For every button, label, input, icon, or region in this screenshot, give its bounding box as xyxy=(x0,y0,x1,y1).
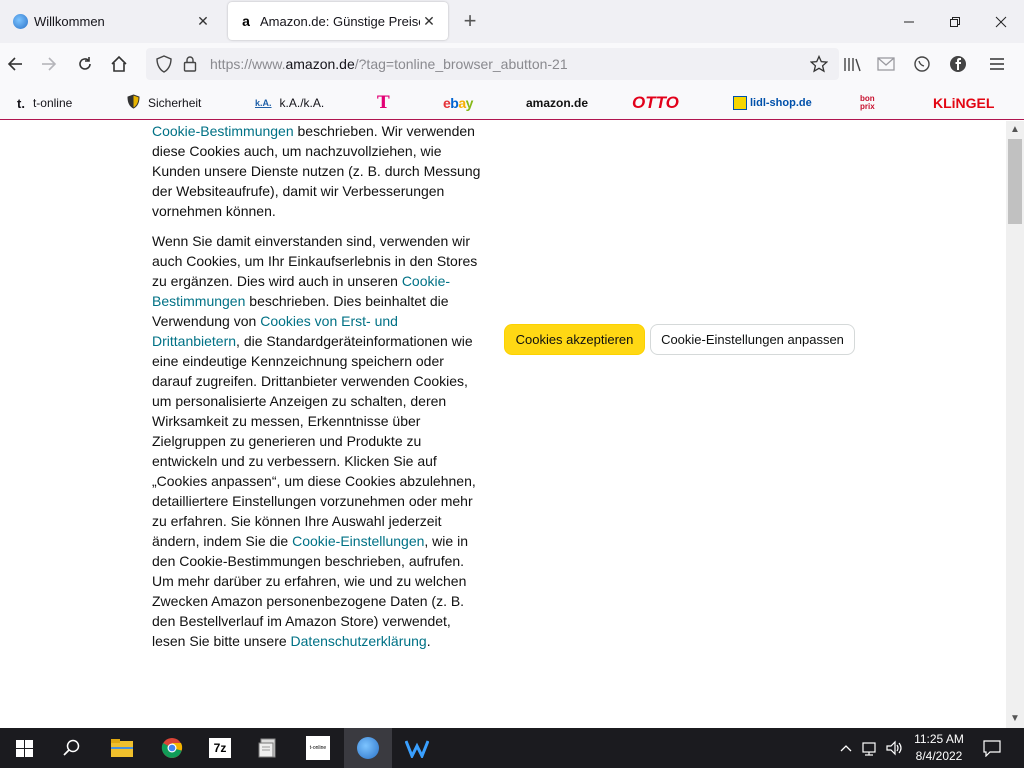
facebook-icon[interactable] xyxy=(946,52,970,76)
mail-icon[interactable] xyxy=(874,52,898,76)
bookmark-bonprix[interactable]: bon prix xyxy=(860,93,875,113)
scroll-down-icon[interactable]: ▼ xyxy=(1006,711,1024,727)
customize-cookies-button[interactable]: Cookie-Einstellungen anpassen xyxy=(650,324,855,355)
bookmark-ebay[interactable]: ebay xyxy=(443,93,473,113)
bookmark-label: t-online xyxy=(32,96,73,110)
cookie-einstellungen-link[interactable]: Cookie-Einstellungen xyxy=(292,533,424,549)
tracking-shield-icon[interactable] xyxy=(156,55,172,78)
tab-willkommen[interactable]: Willkommen ✕ xyxy=(2,2,222,40)
scrollbar-thumb[interactable] xyxy=(1008,139,1022,224)
bookmarks-toolbar: t. t-online Sicherheit k.A. k.A./k.A. T … xyxy=(0,85,1024,120)
chrome-icon[interactable] xyxy=(148,728,196,768)
bonprix-logo: bon prix xyxy=(860,94,875,111)
minimize-icon[interactable] xyxy=(886,0,932,43)
lock-icon[interactable] xyxy=(183,55,197,77)
lidl-icon xyxy=(733,96,747,110)
7zip-icon[interactable]: 7z xyxy=(196,728,244,768)
windows-start-icon[interactable] xyxy=(0,728,48,768)
shield-icon xyxy=(127,94,140,112)
new-tab-icon[interactable]: + xyxy=(456,8,484,34)
url-text[interactable]: https://www.amazon.de/?tag=tonline_brows… xyxy=(210,56,568,72)
home-icon[interactable] xyxy=(107,52,131,76)
browser-globe-icon[interactable] xyxy=(344,728,392,768)
wondershare-icon[interactable] xyxy=(393,728,441,768)
address-bar[interactable]: https://www.amazon.de/?tag=tonline_brows… xyxy=(146,48,839,80)
clock-date: 8/4/2022 xyxy=(915,749,963,763)
accept-cookies-button[interactable]: Cookies akzeptieren xyxy=(504,324,645,355)
search-icon[interactable] xyxy=(48,728,96,768)
ka-icon: k.A. xyxy=(255,98,272,108)
vertical-scrollbar[interactable]: ▲ ▼ xyxy=(1006,121,1024,728)
restore-icon[interactable] xyxy=(932,0,978,43)
bookmark-sicherheit[interactable]: Sicherheit xyxy=(127,93,201,113)
telekom-icon: T xyxy=(377,93,390,113)
t-online-taskbar-icon[interactable]: t-online xyxy=(294,728,342,768)
tab-bar: Willkommen ✕ a Amazon.de: Günstige Preis… xyxy=(0,0,1024,43)
tray-chevron-up-icon[interactable] xyxy=(836,728,856,768)
paragraph-text: , wie in den Cookie-Bestimmungen beschri… xyxy=(152,533,468,649)
system-clock[interactable]: 11:25 AM 8/4/2022 xyxy=(902,731,976,765)
tab-title: Amazon.de: Günstige Preise für xyxy=(260,13,420,29)
bookmark-telekom[interactable]: T xyxy=(377,93,398,113)
network-icon[interactable] xyxy=(859,728,883,768)
amazon-favicon-icon: a xyxy=(242,13,250,29)
navigation-bar: https://www.amazon.de/?tag=tonline_brows… xyxy=(0,43,1024,85)
url-prefix: https://www. xyxy=(210,56,286,72)
cookie-paragraph-1: Cookie-Bestimmungen beschrieben. Wir ver… xyxy=(152,121,484,221)
t-online-icon: t. xyxy=(17,95,25,111)
bookmark-t-online[interactable]: t. t-online xyxy=(17,93,72,113)
notification-icon[interactable] xyxy=(978,728,1006,768)
datenschutzerklaerung-link[interactable]: Datenschutzerklärung xyxy=(291,633,427,649)
url-suffix: /?tag=tonline_browser_abutton-21 xyxy=(354,56,568,72)
close-tab-icon[interactable]: ✕ xyxy=(420,13,438,30)
file-explorer-icon[interactable] xyxy=(98,728,146,768)
cookie-paragraph-2: Wenn Sie damit einverstanden sind, verwe… xyxy=(152,231,484,651)
bookmark-ka[interactable]: k.A. k.A./k.A. xyxy=(255,93,324,113)
bookmark-lidl[interactable]: lidl-shop.de xyxy=(733,93,812,113)
whatsapp-icon[interactable] xyxy=(910,52,934,76)
page-content: Cookie-Bestimmungen beschrieben. Wir ver… xyxy=(0,121,1006,728)
paragraph-text: . xyxy=(426,633,431,649)
bookmark-label: lidl-shop.de xyxy=(750,97,812,109)
url-domain: amazon.de xyxy=(285,56,355,72)
tab-title: Willkommen xyxy=(34,13,105,29)
close-window-icon[interactable] xyxy=(978,0,1024,43)
reload-icon[interactable] xyxy=(73,52,97,76)
globe-icon xyxy=(12,13,28,29)
library-icon[interactable] xyxy=(840,52,864,76)
cookie-notice-text: Cookie-Bestimmungen beschrieben. Wir ver… xyxy=(152,121,484,661)
bookmark-star-icon[interactable] xyxy=(809,54,829,78)
paragraph-text: , die Standardgeräteinformationen wie ei… xyxy=(152,333,476,549)
bookmark-otto[interactable]: OTTO xyxy=(632,93,679,113)
amazon-logo: amazon.de xyxy=(526,96,589,110)
bookmark-label: k.A./k.A. xyxy=(279,96,325,110)
windows-taskbar: 7z t-online 11:25 AM 8/4/2022 xyxy=(0,728,1024,768)
bookmark-klingel[interactable]: KLiNGEL xyxy=(933,93,994,113)
scroll-up-icon[interactable]: ▲ xyxy=(1006,122,1024,138)
app-icon[interactable] xyxy=(244,728,292,768)
bookmark-label: Sicherheit xyxy=(148,96,202,110)
back-icon[interactable] xyxy=(3,52,27,76)
menu-icon[interactable] xyxy=(985,52,1009,76)
forward-icon[interactable] xyxy=(37,52,61,76)
tab-amazon[interactable]: a Amazon.de: Günstige Preise für ✕ xyxy=(228,2,448,40)
klingel-logo: KLiNGEL xyxy=(933,95,995,111)
otto-logo: OTTO xyxy=(632,93,679,112)
close-tab-icon[interactable]: ✕ xyxy=(194,13,212,30)
ebay-logo: ebay xyxy=(443,95,473,111)
bookmark-amazon[interactable]: amazon.de xyxy=(526,93,588,113)
cookie-bestimmungen-link[interactable]: Cookie-Bestimmungen xyxy=(152,123,294,139)
clock-time: 11:25 AM xyxy=(914,732,964,746)
